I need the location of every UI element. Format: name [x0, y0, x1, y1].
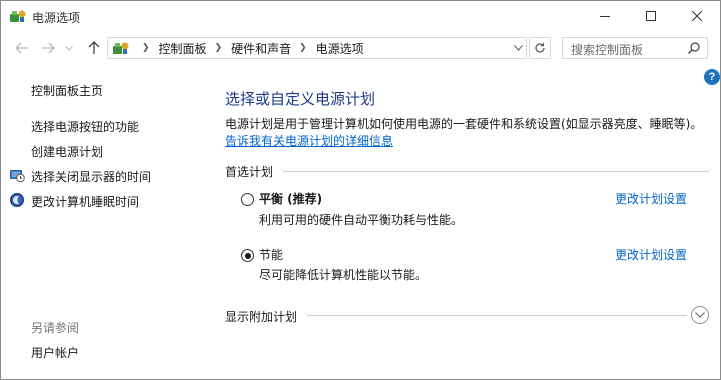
- navigation-bar: ❯ 控制面板 ❯ 硬件和声音 ❯ 电源选项 搜索控制面板: [1, 31, 720, 65]
- arrow-left-icon: [15, 42, 28, 54]
- sidebar-link-display-off-time[interactable]: 选择关闭显示器的时间: [31, 168, 151, 185]
- sidebar-link-power-buttons[interactable]: 选择电源按钮的功能: [31, 118, 139, 135]
- plan-name-balanced[interactable]: 平衡 (推荐): [259, 190, 322, 207]
- forward-button[interactable]: [39, 39, 57, 57]
- power-options-icon: [10, 10, 26, 22]
- refresh-button[interactable]: [529, 37, 551, 59]
- task-pane: 控制面板主页 选择电源按钮的功能 创建电源计划 选择关闭显示器的时间 更改计算机…: [1, 65, 211, 379]
- window-title: 电源选项: [32, 11, 81, 25]
- see-also-heading: 另请参阅: [31, 321, 80, 335]
- chevron-right-icon[interactable]: ❯: [142, 43, 150, 53]
- close-icon: [692, 11, 702, 21]
- back-button[interactable]: [13, 39, 31, 57]
- section-divider: [283, 171, 709, 172]
- recent-locations-button[interactable]: [63, 39, 75, 57]
- sidebar-link-create-plan[interactable]: 创建电源计划: [31, 143, 103, 160]
- minimize-button[interactable]: [582, 1, 628, 31]
- search-placeholder: 搜索控制面板: [571, 43, 644, 57]
- preferred-plans-heading: 首选计划: [225, 165, 274, 179]
- plan-description-balanced: 利用可用的硬件自动平衡功耗与性能。: [259, 213, 464, 227]
- chevron-right-icon[interactable]: ❯: [215, 43, 223, 53]
- power-options-window: 电源选项 ❯ 控制面板 ❯ 硬件和声音 ❯ 电源选项 搜索控制面板 ? 控制面板…: [0, 0, 721, 380]
- plan-description-power-saver: 尽可能降低计算机性能以节能。: [259, 268, 428, 282]
- breadcrumb: ❯ 控制面板 ❯ 硬件和声音 ❯ 电源选项: [134, 38, 364, 58]
- power-plan-info-link[interactable]: 告诉我有关电源计划的详细信息: [225, 132, 393, 149]
- close-button[interactable]: [674, 1, 720, 31]
- minimize-icon: [600, 16, 610, 17]
- plan-radio-balanced[interactable]: [241, 193, 254, 206]
- address-bar[interactable]: ❯ 控制面板 ❯ 硬件和声音 ❯ 电源选项: [107, 37, 527, 59]
- page-description: 电源计划是用于管理计算机如何使用电源的一套硬件和系统设置(如显示器亮度、睡眠等)…: [225, 117, 703, 131]
- refresh-icon: [535, 43, 545, 53]
- maximize-icon: [646, 11, 656, 21]
- arrow-up-icon: [88, 41, 100, 54]
- plan-radio-power-saver[interactable]: [241, 249, 254, 262]
- arrow-right-icon: [42, 42, 55, 54]
- change-plan-settings-power-saver-link[interactable]: 更改计划设置: [615, 246, 687, 263]
- help-icon[interactable]: ?: [704, 69, 720, 85]
- display-clock-icon: [10, 170, 25, 183]
- chevron-down-icon: [65, 45, 73, 51]
- chevron-down-icon: [514, 45, 523, 51]
- power-options-icon: [113, 42, 129, 54]
- plan-name-power-saver[interactable]: 节能: [259, 246, 283, 263]
- see-also-link-user-accounts[interactable]: 用户帐户: [31, 344, 79, 361]
- up-button[interactable]: [85, 39, 103, 57]
- chevron-down-icon: [695, 312, 705, 318]
- control-panel-home-link[interactable]: 控制面板主页: [31, 82, 103, 99]
- section-divider: [307, 315, 687, 316]
- breadcrumb-item-hardware-sound[interactable]: 硬件和声音: [231, 40, 291, 57]
- change-plan-settings-balanced-link[interactable]: 更改计划设置: [615, 190, 687, 207]
- additional-plans-heading[interactable]: 显示附加计划: [225, 308, 297, 325]
- breadcrumb-item-power-options[interactable]: 电源选项: [316, 40, 364, 57]
- address-dropdown-button[interactable]: [514, 38, 523, 58]
- page-title: 选择或自定义电源计划: [225, 90, 376, 108]
- search-input[interactable]: 搜索控制面板: [562, 37, 708, 59]
- sidebar-link-sleep-time[interactable]: 更改计算机睡眠时间: [31, 193, 139, 210]
- breadcrumb-item-control-panel[interactable]: 控制面板: [159, 40, 207, 57]
- sleep-moon-icon: [10, 193, 24, 207]
- chevron-right-icon[interactable]: ❯: [299, 43, 307, 53]
- expand-additional-plans-button[interactable]: [691, 306, 709, 324]
- title-bar: 电源选项: [1, 1, 720, 31]
- maximize-button[interactable]: [628, 1, 674, 31]
- search-icon: [688, 42, 700, 54]
